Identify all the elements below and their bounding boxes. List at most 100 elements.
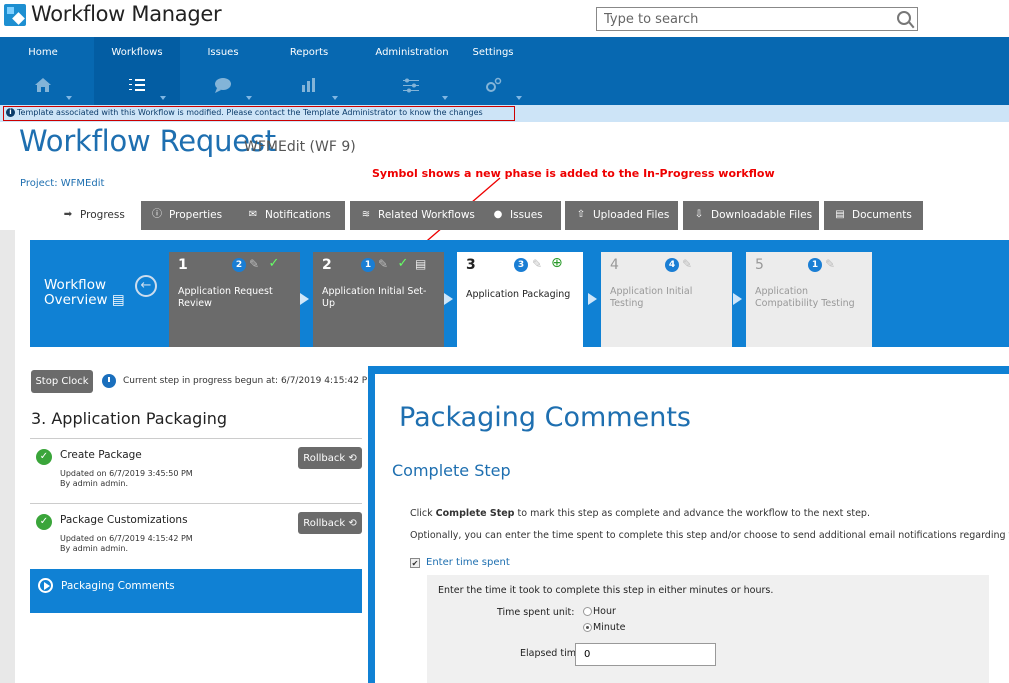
phase-number: 3 <box>466 257 476 273</box>
nav-label: Settings <box>472 47 514 58</box>
nav-label: Issues <box>207 47 239 58</box>
tab-label: Documents <box>852 209 912 221</box>
minute-option-label[interactable]: Minute <box>593 622 625 633</box>
info-icon: i <box>6 108 15 117</box>
phase-number: 2 <box>322 257 332 273</box>
tab-related-workflows[interactable]: ≋ Related Workflows <box>350 201 482 230</box>
new-phase-crosshair-icon: ⊕ <box>551 255 563 271</box>
phase-label: Application Initial Set-Up <box>322 286 427 309</box>
instruction-text-part: Click <box>410 508 436 519</box>
chat-icon: ● <box>493 209 503 220</box>
document-icon: ▤ <box>415 257 427 271</box>
phase-card-4[interactable]: 4 4 ✎ Application Initial Testing <box>601 252 732 347</box>
nav-item-home[interactable]: Home <box>0 37 86 105</box>
task-name: Create Package <box>60 449 142 461</box>
attachment-icon: ✎ <box>249 257 260 271</box>
workflow-manager-app: Workflow Manager Home Workflows Issues R… <box>0 0 1009 683</box>
phase-badge: 4 <box>665 258 679 272</box>
tab-issues[interactable]: ● Issues <box>482 201 561 230</box>
arrow-right-icon: ➡ <box>63 209 73 220</box>
main-nav: Home Workflows Issues Reports Administra… <box>0 37 1009 105</box>
phase-arrow-icon <box>300 293 309 305</box>
tab-label: Progress <box>80 209 125 221</box>
enter-time-checkbox[interactable]: ✔ <box>410 558 420 568</box>
phase-label: Application Packaging <box>466 289 571 300</box>
tab-documents[interactable]: ▤ Documents <box>824 201 923 230</box>
tab-properties[interactable]: ⓘ Properties <box>141 201 238 230</box>
chevron-down-icon[interactable] <box>442 96 448 100</box>
nav-item-settings[interactable]: Settings <box>450 37 536 105</box>
download-icon: ⇩ <box>694 209 704 220</box>
phase-badge: 2 <box>232 258 246 272</box>
phase-arrow-icon <box>444 293 453 305</box>
step-heading: 3. Application Packaging <box>31 409 228 428</box>
chevron-down-icon[interactable] <box>516 96 522 100</box>
enter-time-label[interactable]: Enter time spent <box>426 557 510 568</box>
tab-uploaded-files[interactable]: ⇧ Uploaded Files <box>565 201 678 230</box>
layers-icon: ≋ <box>361 209 371 220</box>
stop-clock-button[interactable]: Stop Clock <box>31 370 93 393</box>
home-icon <box>35 78 51 92</box>
rollback-button[interactable]: Rollback ⟲ <box>298 447 362 469</box>
chevron-down-icon[interactable] <box>160 96 166 100</box>
sliders-icon <box>403 78 419 93</box>
nav-item-workflows[interactable]: Workflows <box>94 37 180 105</box>
elapsed-time-input[interactable] <box>575 643 716 666</box>
rollback-button[interactable]: Rollback ⟲ <box>298 512 362 534</box>
content-title: Packaging Comments <box>399 402 691 433</box>
tab-downloadable-files[interactable]: ⇩ Downloadable Files <box>683 201 819 230</box>
search-icon[interactable] <box>897 11 911 25</box>
section-title: Complete Step <box>392 461 511 480</box>
upload-icon: ⇧ <box>576 209 586 220</box>
banner-text: Template associated with this Workflow i… <box>17 108 483 117</box>
elapsed-time-label: Elapsed time <box>520 648 582 659</box>
check-icon: ✓ <box>397 256 409 271</box>
chevron-down-icon[interactable] <box>246 96 252 100</box>
chevron-down-icon[interactable] <box>332 96 338 100</box>
clock-icon <box>102 374 116 388</box>
project-link[interactable]: Project: WFMEdit <box>20 178 104 189</box>
task-item: ✓ Create Package Updated on 6/7/2019 3:4… <box>30 439 362 503</box>
phase-card-2[interactable]: 2 1 ✎ ✓ ▤ Application Initial Set-Up <box>313 252 444 347</box>
phase-card-5[interactable]: 5 1 ✎ Application Compatibility Testing <box>746 252 872 347</box>
page-gutter <box>0 230 15 683</box>
active-task-label: Packaging Comments <box>61 580 175 592</box>
play-circle-icon <box>38 578 53 593</box>
nav-item-reports[interactable]: Reports <box>266 37 352 105</box>
nav-label: Workflows <box>111 47 163 58</box>
app-title: Workflow Manager <box>31 2 222 26</box>
info-circle-icon: ⓘ <box>152 209 162 220</box>
nav-item-issues[interactable]: Issues <box>180 37 266 105</box>
tab-label: Related Workflows <box>378 209 475 221</box>
tab-progress[interactable]: ➡ Progress <box>52 201 142 230</box>
attachment-icon: ✎ <box>682 257 693 271</box>
phase-card-3[interactable]: 3 3 ✎ ⊕ Application Packaging <box>457 252 583 348</box>
instruction-text-part: to mark this step as complete and advanc… <box>514 508 870 519</box>
attachment-icon: ✎ <box>825 257 836 271</box>
optional-text: Optionally, you can enter the time spent… <box>410 530 1009 541</box>
phase-number: 1 <box>178 257 188 273</box>
hour-radio[interactable] <box>583 607 592 616</box>
task-name: Package Customizations <box>60 514 188 526</box>
document-icon: ▤ <box>835 209 845 220</box>
hour-option-label[interactable]: Hour <box>593 606 616 617</box>
search-input[interactable] <box>597 8 887 31</box>
step-status-text: Current step in progress begun at: 6/7/2… <box>123 376 375 386</box>
task-updated: Updated on 6/7/2019 3:45:50 PM <box>60 469 193 478</box>
content-top-bar <box>371 366 1009 374</box>
check-circle-icon: ✓ <box>36 514 52 530</box>
minute-radio[interactable] <box>583 623 592 632</box>
back-arrow-icon[interactable]: ← <box>135 275 157 297</box>
phase-card-1[interactable]: 1 2 ✎ ✓ Application Request Review <box>169 252 300 347</box>
phase-number: 5 <box>755 257 764 273</box>
time-instruction: Enter the time it took to complete this … <box>438 585 774 596</box>
chevron-down-icon[interactable] <box>66 96 72 100</box>
tab-notifications[interactable]: ✉ Notifications <box>237 201 345 230</box>
overview-title: Workflow Overview ▤ <box>44 278 125 308</box>
content-side-bar <box>368 366 375 683</box>
page-title: Workflow Request <box>19 124 276 158</box>
nav-item-administration[interactable]: Administration <box>362 37 462 105</box>
instruction-text-bold: Complete Step <box>435 508 515 519</box>
phase-arrow-icon <box>588 293 597 305</box>
overview-title-line: Workflow <box>44 277 106 293</box>
